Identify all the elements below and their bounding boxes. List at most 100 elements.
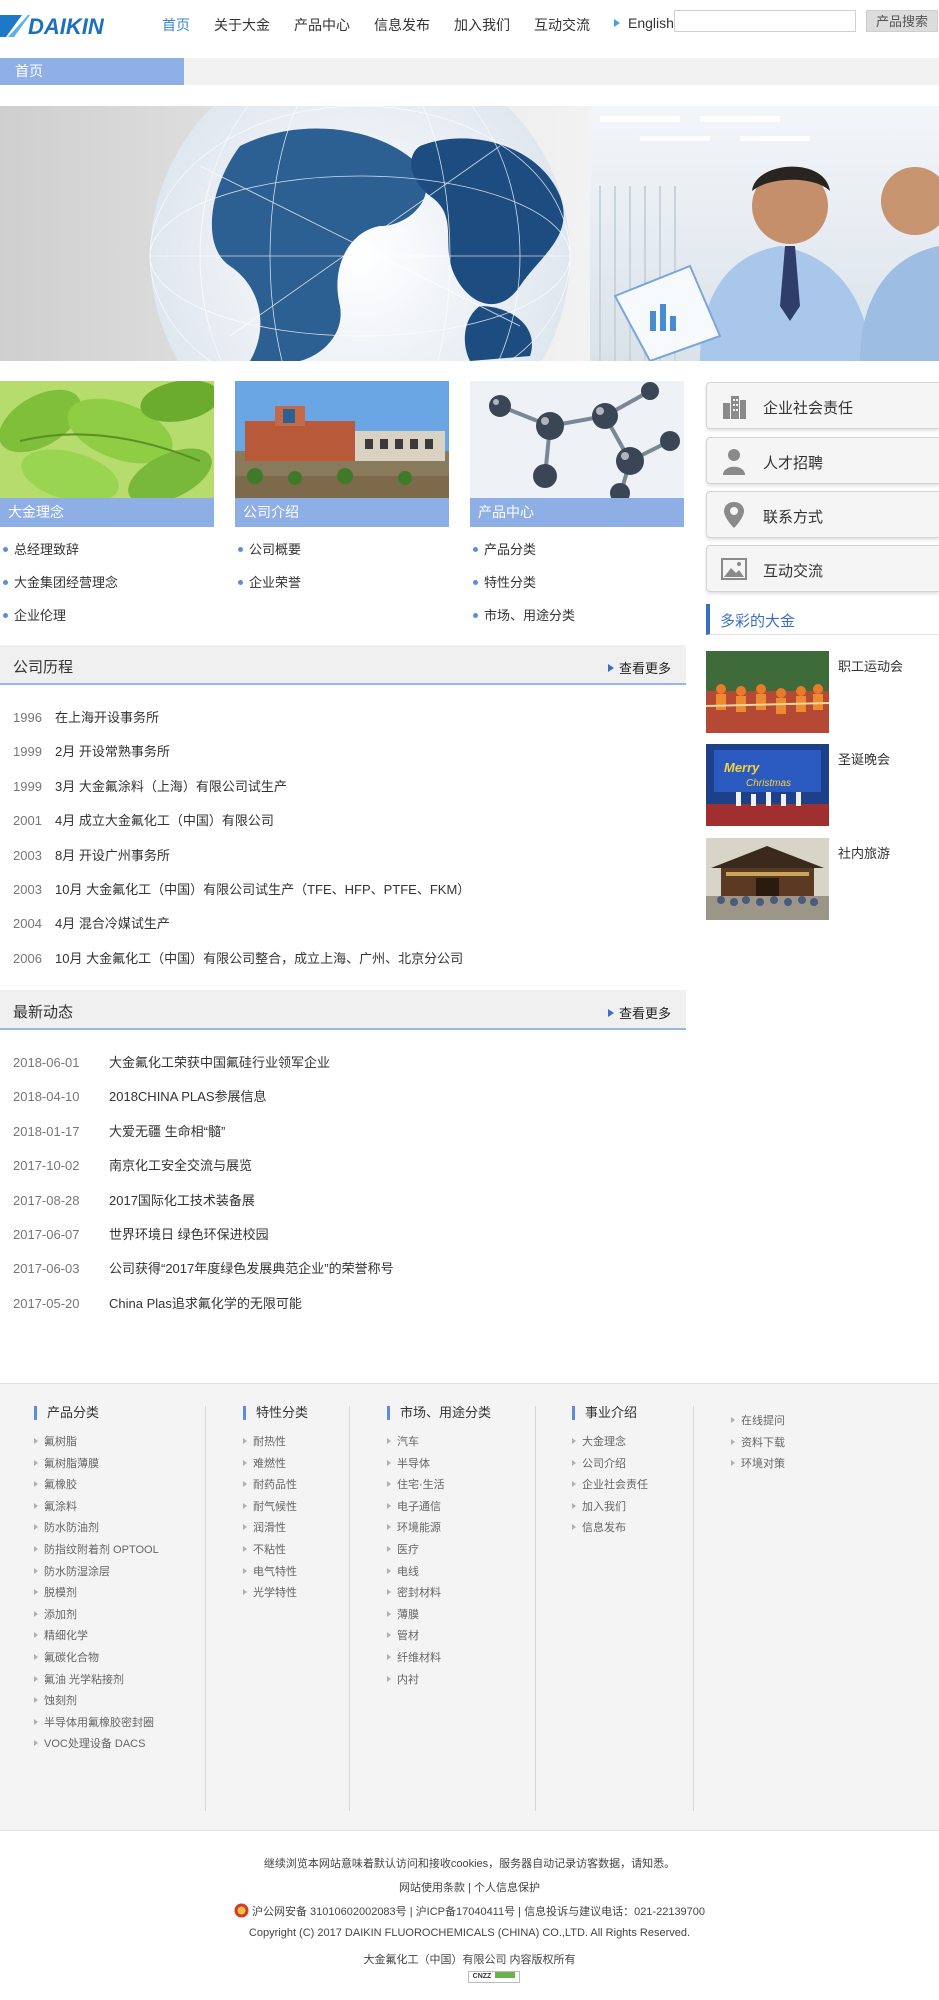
news-row[interactable]: 2018-01-17 大爱无疆 生命相“髓”: [0, 1122, 686, 1156]
molecule-image[interactable]: [470, 381, 684, 498]
recruit-button[interactable]: 人才招聘: [706, 437, 939, 484]
gallery-item[interactable]: Merry Christmas 圣诞晚会: [706, 744, 939, 826]
nav-about[interactable]: 关于大金: [214, 15, 270, 35]
footer-link[interactable]: 医疗: [387, 1543, 491, 1565]
footer-link[interactable]: 耐药品性: [243, 1478, 308, 1500]
hero-banner[interactable]: [0, 106, 939, 361]
news-row[interactable]: 2017-06-03 公司获得“2017年度绿色发展典范企业”的荣誉称号: [0, 1259, 686, 1293]
interaction-button[interactable]: 互动交流: [706, 545, 939, 592]
footer-link[interactable]: 蚀刻剂: [34, 1694, 159, 1716]
footer-link[interactable]: 大金理念: [572, 1435, 648, 1457]
news-row[interactable]: 2017-10-02 南京化工安全交流与展览: [0, 1156, 686, 1190]
footer-column-title[interactable]: 市场、用途分类: [387, 1406, 491, 1420]
footer-link[interactable]: 公司介绍: [572, 1457, 648, 1479]
nav-interaction[interactable]: 互动交流: [534, 15, 590, 35]
nav-home[interactable]: 首页: [162, 15, 190, 35]
contact-button[interactable]: 联系方式: [706, 491, 939, 538]
footer-link[interactable]: 薄膜: [387, 1608, 491, 1630]
footer-link[interactable]: 密封材料: [387, 1586, 491, 1608]
footer-link[interactable]: 添加剂: [34, 1608, 159, 1630]
card-title[interactable]: 公司介绍: [235, 498, 449, 527]
card-title[interactable]: 产品中心: [470, 498, 684, 527]
footer-link[interactable]: 管材: [387, 1629, 491, 1651]
footer-link[interactable]: 氟树脂薄膜: [34, 1457, 159, 1479]
footer-link[interactable]: 半导体: [387, 1457, 491, 1479]
christmas-party-image[interactable]: Merry Christmas: [706, 744, 829, 826]
news-title-link[interactable]: 2017国际化工技术装备展: [109, 1191, 255, 1225]
news-row[interactable]: 2017-05-20 China Plas追求氟化学的无限可能: [0, 1294, 686, 1328]
leaves-image[interactable]: [0, 381, 214, 498]
history-more-link[interactable]: 查看更多: [607, 658, 671, 677]
footer-link[interactable]: 住宅·生活: [387, 1478, 491, 1500]
footer-link[interactable]: 电气特性: [243, 1565, 308, 1587]
company-trip-image[interactable]: [706, 838, 829, 920]
card-link[interactable]: 市场、用途分类: [470, 607, 684, 640]
csr-button[interactable]: 企业社会责任: [706, 382, 939, 429]
footer-link[interactable]: 电子通信: [387, 1500, 491, 1522]
footer-link[interactable]: 内衬: [387, 1673, 491, 1695]
footer-link[interactable]: 润滑性: [243, 1521, 308, 1543]
footer-link[interactable]: 氟树脂: [34, 1435, 159, 1457]
nav-join[interactable]: 加入我们: [454, 15, 510, 35]
footer-link[interactable]: 耐气候性: [243, 1500, 308, 1522]
gallery-item[interactable]: 职工运动会: [706, 651, 939, 733]
footer-link[interactable]: 耐热性: [243, 1435, 308, 1457]
card-link[interactable]: 特性分类: [470, 574, 684, 607]
footer-link[interactable]: 信息发布: [572, 1521, 648, 1543]
footer-link[interactable]: 纤维材料: [387, 1651, 491, 1673]
footer-link[interactable]: 氟油 光学粘接剂: [34, 1673, 159, 1695]
footer-link[interactable]: 汽车: [387, 1435, 491, 1457]
gallery-item[interactable]: 社内旅游: [706, 838, 939, 920]
news-title-link[interactable]: 南京化工安全交流与展览: [109, 1156, 252, 1190]
news-title-link[interactable]: 大爱无疆 生命相“髓”: [109, 1122, 225, 1156]
card-link[interactable]: 企业荣誉: [235, 574, 449, 607]
footer-link[interactable]: 不粘性: [243, 1543, 308, 1565]
card-link[interactable]: 公司概要: [235, 541, 449, 574]
footer-link[interactable]: 防指纹附着剂 OPTOOL: [34, 1543, 159, 1565]
footer-link[interactable]: 加入我们: [572, 1500, 648, 1522]
daikin-logo[interactable]: DAIKIN: [0, 12, 142, 39]
footer-column-title[interactable]: 特性分类: [243, 1406, 308, 1420]
footer-link-faq[interactable]: 在线提问: [731, 1414, 785, 1436]
footer-link[interactable]: 氟碳化合物: [34, 1651, 159, 1673]
footer-link[interactable]: 脱模剂: [34, 1586, 159, 1608]
gallery-caption[interactable]: 职工运动会: [838, 656, 903, 675]
news-row[interactable]: 2018-06-01 大金氟化工荣获中国氟硅行业领军企业: [0, 1053, 686, 1087]
footer-link[interactable]: 环境能源: [387, 1521, 491, 1543]
footer-link[interactable]: 防水防油剂: [34, 1521, 159, 1543]
footer-link[interactable]: 难燃性: [243, 1457, 308, 1479]
card-link[interactable]: 产品分类: [470, 541, 684, 574]
footer-column-title[interactable]: 事业介绍: [572, 1406, 648, 1420]
footer-link[interactable]: 光学特性: [243, 1586, 308, 1608]
nav-english[interactable]: English: [614, 15, 674, 35]
card-link[interactable]: 企业伦理: [0, 607, 214, 640]
gallery-caption[interactable]: 社内旅游: [838, 843, 890, 862]
card-link[interactable]: 大金集团经营理念: [0, 574, 214, 607]
search-button[interactable]: 产品搜索: [866, 10, 938, 32]
footer-link[interactable]: 精细化学: [34, 1629, 159, 1651]
news-title-link[interactable]: 公司获得“2017年度绿色发展典范企业”的荣誉称号: [109, 1259, 394, 1293]
nav-products[interactable]: 产品中心: [294, 15, 350, 35]
news-row[interactable]: 2018-04-10 2018CHINA PLAS参展信息: [0, 1087, 686, 1121]
terms-links[interactable]: 网站使用条款 | 个人信息保护: [0, 1879, 939, 1895]
sports-day-image[interactable]: [706, 651, 829, 733]
news-title-link[interactable]: 大金氟化工荣获中国氟硅行业领军企业: [109, 1053, 330, 1087]
nav-news[interactable]: 信息发布: [374, 15, 430, 35]
news-row[interactable]: 2017-06-07 世界环境日 绿色环保进校园: [0, 1225, 686, 1259]
card-link[interactable]: 总经理致辞: [0, 541, 214, 574]
footer-link-environment[interactable]: 环境对策: [731, 1457, 785, 1479]
news-title-link[interactable]: 2018CHINA PLAS参展信息: [109, 1087, 267, 1121]
news-row[interactable]: 2017-08-28 2017国际化工技术装备展: [0, 1191, 686, 1225]
news-title-link[interactable]: 世界环境日 绿色环保进校园: [109, 1225, 269, 1259]
footer-link[interactable]: 半导体用氟橡胶密封圈: [34, 1716, 159, 1738]
gallery-caption[interactable]: 圣诞晚会: [838, 749, 890, 768]
footer-link[interactable]: 防水防湿涂层: [34, 1565, 159, 1587]
search-input[interactable]: [674, 10, 856, 32]
breadcrumb-home[interactable]: 首页: [0, 58, 184, 85]
footer-link[interactable]: 电线: [387, 1565, 491, 1587]
card-title[interactable]: 大金理念: [0, 498, 214, 527]
footer-link[interactable]: 氟涂料: [34, 1500, 159, 1522]
footer-link[interactable]: 氟橡胶: [34, 1478, 159, 1500]
icp-text[interactable]: 沪公网安备 31010602002083号 | 沪ICP备17040411号 |…: [252, 1906, 705, 1918]
factory-image[interactable]: [235, 381, 449, 498]
